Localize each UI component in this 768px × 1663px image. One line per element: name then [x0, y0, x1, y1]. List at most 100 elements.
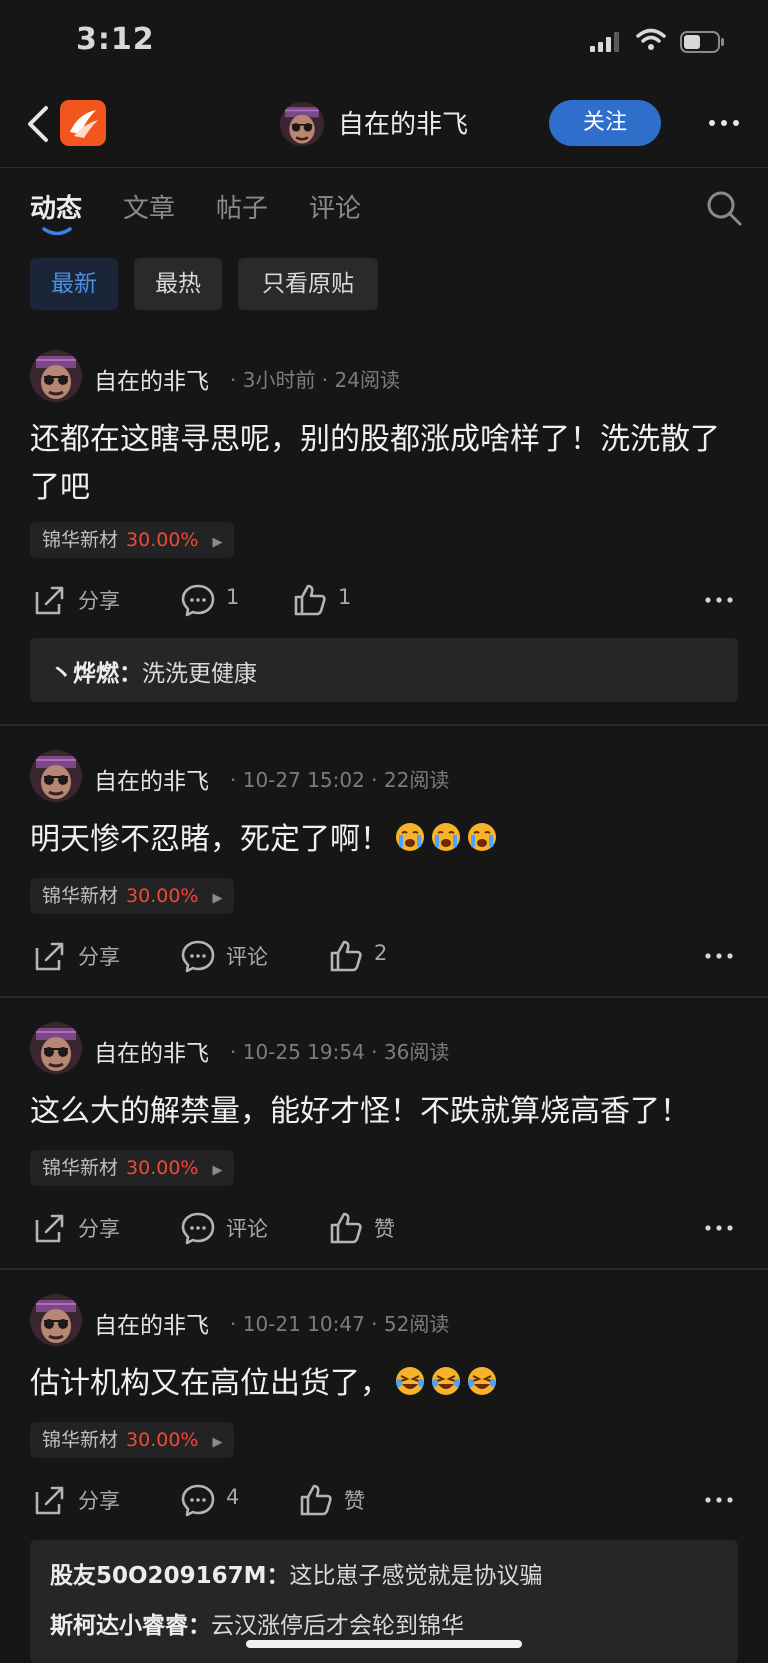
- author-avatar[interactable]: [30, 1294, 82, 1346]
- post[interactable]: 自在的非飞 · 3小时前 · 24阅读 还都在这瞎寻思呢，别的股都涨成啥样了！洗…: [0, 340, 768, 726]
- filter-hottest[interactable]: 最热: [134, 258, 222, 310]
- comment-icon[interactable]: [180, 938, 216, 974]
- reply-author[interactable]: 丶烨燃: [50, 661, 119, 687]
- reply-item[interactable]: 丶烨燃：洗洗更健康: [50, 654, 257, 688]
- stock-name: 锦华新材: [42, 1157, 119, 1179]
- like-icon[interactable]: [292, 582, 328, 618]
- post-meta: · 10-25 19:54 · 36阅读: [230, 1040, 450, 1064]
- post-meta: · 3小时前 · 24阅读: [230, 368, 400, 392]
- stock-change: 30.00%: [126, 1429, 199, 1451]
- crying-face-icon: [394, 821, 426, 853]
- comment-button[interactable]: 评论: [226, 941, 268, 971]
- filter-original-only[interactable]: 只看原贴: [238, 258, 378, 310]
- stock-tag[interactable]: 锦华新材 30.00% ▶: [30, 522, 235, 558]
- like-button[interactable]: 赞: [374, 1213, 395, 1243]
- like-icon[interactable]: [328, 1210, 364, 1246]
- status-time: 3:12: [76, 22, 155, 57]
- nav-avatar[interactable]: [280, 102, 324, 146]
- share-icon[interactable]: [32, 582, 68, 618]
- post[interactable]: 自在的非飞 · 10-21 10:47 · 52阅读 估计机构又在高位出货了， …: [0, 1284, 768, 1663]
- author-avatar[interactable]: [30, 1022, 82, 1074]
- author-name[interactable]: 自在的非飞: [94, 762, 209, 796]
- caret-right-icon: ▶: [212, 1163, 223, 1178]
- avatar-image: [30, 1294, 82, 1346]
- post-content: 这么大的解禁量，能好才怪！不跌就算烧高香了！: [30, 1094, 690, 1129]
- stock-tag[interactable]: 锦华新材 30.00% ▶: [30, 1422, 235, 1458]
- search-icon[interactable]: [704, 188, 744, 228]
- stock-name: 锦华新材: [42, 529, 119, 551]
- comment-icon[interactable]: [180, 1482, 216, 1518]
- share-icon[interactable]: [32, 1482, 68, 1518]
- post-content: 估计机构又在高位出货了，: [30, 1360, 740, 1408]
- post-text: 估计机构又在高位出货了，: [30, 1366, 390, 1401]
- reply-item[interactable]: 股友50O209167M：这比崽子感觉就是协议骗: [50, 1556, 542, 1590]
- like-icon[interactable]: [298, 1482, 334, 1518]
- follow-button[interactable]: 关注: [549, 100, 661, 146]
- post[interactable]: 自在的非飞 · 10-27 15:02 · 22阅读 明天惨不忍睹，死定了啊！ …: [0, 740, 768, 996]
- post[interactable]: 自在的非飞 · 10-25 19:54 · 36阅读 这么大的解禁量，能好才怪！…: [0, 1012, 768, 1268]
- more-icon[interactable]: [704, 588, 734, 612]
- share-icon[interactable]: [32, 1210, 68, 1246]
- post-text: 明天惨不忍睹，死定了啊！: [30, 822, 390, 857]
- like-count[interactable]: 2: [374, 941, 387, 965]
- author-name[interactable]: 自在的非飞: [94, 1034, 209, 1068]
- reply-text: 洗洗更健康: [142, 661, 257, 687]
- share-button[interactable]: 分享: [78, 1485, 120, 1515]
- comment-count[interactable]: 1: [226, 585, 239, 609]
- avatar-image: [30, 1022, 82, 1074]
- avatar-image: [280, 102, 324, 146]
- wifi-icon: [636, 28, 666, 50]
- crying-face-icon: [430, 821, 462, 853]
- more-icon[interactable]: [704, 944, 734, 968]
- author-name[interactable]: 自在的非飞: [94, 1306, 209, 1340]
- share-button[interactable]: 分享: [78, 1213, 120, 1243]
- more-icon[interactable]: [704, 1216, 734, 1240]
- stock-change: 30.00%: [126, 1157, 199, 1179]
- reply-author[interactable]: 斯柯达小睿睿: [50, 1613, 188, 1639]
- share-button[interactable]: 分享: [78, 585, 120, 615]
- stock-change: 30.00%: [126, 885, 199, 907]
- laughing-tears-icon: [394, 1365, 426, 1397]
- share-button[interactable]: 分享: [78, 941, 120, 971]
- reply-text: 云汉涨停后才会轮到锦华: [211, 1613, 464, 1639]
- tab-dongtai[interactable]: 动态: [30, 188, 82, 225]
- caret-right-icon: ▶: [212, 891, 223, 906]
- share-icon[interactable]: [32, 938, 68, 974]
- avatar-image: [30, 350, 82, 402]
- tab-posts[interactable]: 帖子: [216, 188, 268, 225]
- laughing-tears-icon: [430, 1365, 462, 1397]
- author-name[interactable]: 自在的非飞: [94, 362, 209, 396]
- like-icon[interactable]: [328, 938, 364, 974]
- comment-icon[interactable]: [180, 582, 216, 618]
- reply-item[interactable]: 斯柯达小睿睿：云汉涨停后才会轮到锦华: [50, 1606, 464, 1640]
- divider: [0, 996, 768, 998]
- stock-name: 锦华新材: [42, 1429, 119, 1451]
- divider: [0, 1268, 768, 1270]
- filter-latest[interactable]: 最新: [30, 258, 118, 310]
- stock-change: 30.00%: [126, 529, 199, 551]
- more-icon[interactable]: [704, 108, 744, 138]
- comment-button[interactable]: 评论: [226, 1213, 268, 1243]
- caret-right-icon: ▶: [212, 1435, 223, 1450]
- post-actions: 分享 评论 2: [0, 936, 768, 976]
- stock-tag[interactable]: 锦华新材 30.00% ▶: [30, 1150, 235, 1186]
- crying-face-icon: [466, 821, 498, 853]
- reply-author[interactable]: 股友50O209167M: [50, 1563, 266, 1589]
- tab-comments[interactable]: 评论: [309, 188, 361, 225]
- signal-icon: [590, 32, 619, 52]
- back-chevron-icon[interactable]: [22, 102, 58, 146]
- app-logo[interactable]: [60, 100, 106, 146]
- reply-box[interactable]: 丶烨燃：洗洗更健康: [30, 638, 738, 702]
- tab-articles[interactable]: 文章: [123, 188, 175, 225]
- laughing-tears-icon: [466, 1365, 498, 1397]
- comment-icon[interactable]: [180, 1210, 216, 1246]
- home-indicator[interactable]: [246, 1640, 522, 1648]
- author-avatar[interactable]: [30, 750, 82, 802]
- comment-count[interactable]: 4: [226, 1485, 239, 1509]
- like-count[interactable]: 1: [338, 585, 351, 609]
- divider: [0, 724, 768, 726]
- stock-tag[interactable]: 锦华新材 30.00% ▶: [30, 878, 235, 914]
- more-icon[interactable]: [704, 1488, 734, 1512]
- like-button[interactable]: 赞: [344, 1485, 365, 1515]
- author-avatar[interactable]: [30, 350, 82, 402]
